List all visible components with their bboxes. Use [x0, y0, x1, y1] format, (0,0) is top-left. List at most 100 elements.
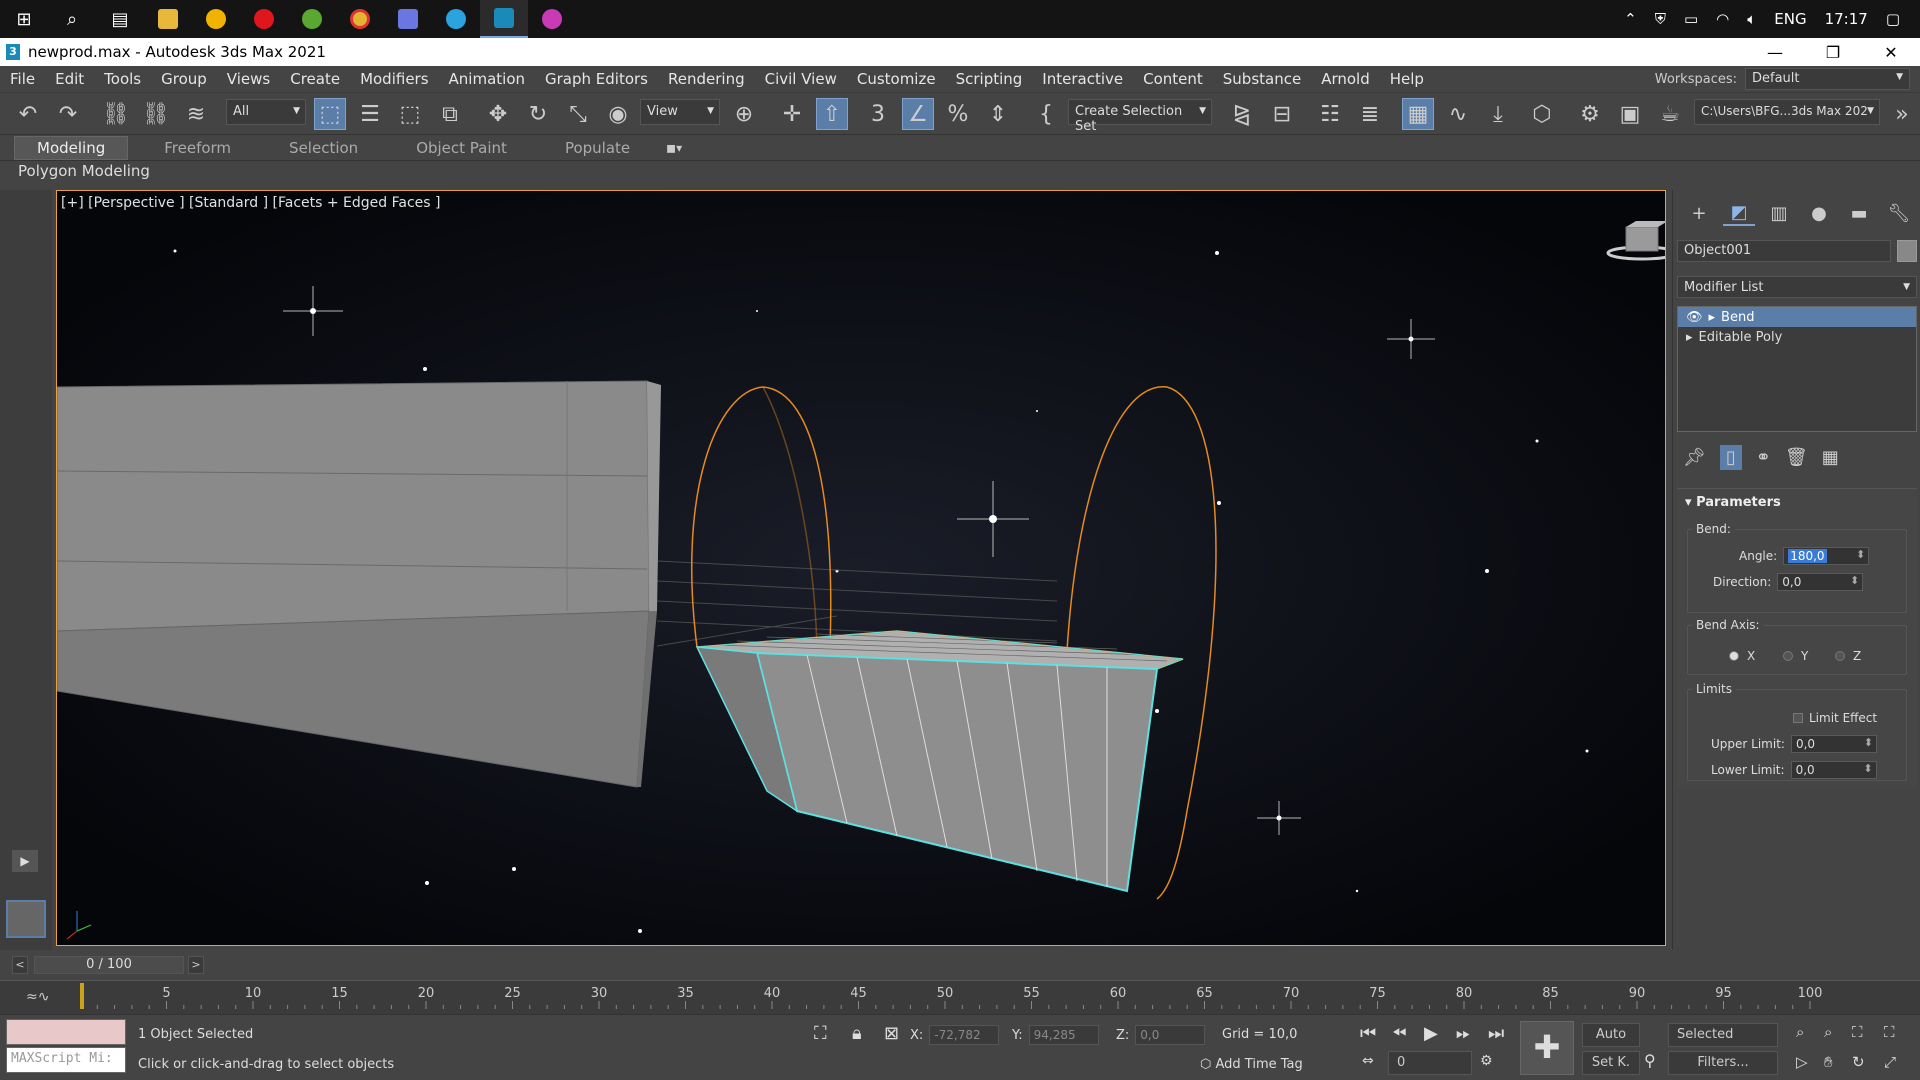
- viewport-label[interactable]: [+] [Perspective ] [Standard ] [Facets +…: [61, 195, 441, 211]
- absolute-mode-icon[interactable]: ⊠: [884, 1023, 899, 1044]
- close-icon[interactable]: ✕: [1862, 38, 1920, 66]
- windows-start-icon[interactable]: ⊞: [0, 0, 48, 38]
- key-filter-dropdown[interactable]: Selected: [1668, 1023, 1778, 1047]
- menu-substance[interactable]: Substance: [1213, 70, 1311, 88]
- minimize-icon[interactable]: —: [1746, 38, 1804, 66]
- ribbon-panel-label[interactable]: Polygon Modeling: [0, 160, 1920, 182]
- menu-civil-view[interactable]: Civil View: [755, 70, 847, 88]
- material-editor-icon[interactable]: ⬡: [1526, 98, 1558, 130]
- undo-icon[interactable]: ↶: [12, 98, 44, 130]
- viewport-layout-thumbnail[interactable]: [6, 900, 46, 938]
- chrome-icon[interactable]: [336, 0, 384, 38]
- isolate-selection-icon[interactable]: ⛶: [814, 1023, 827, 1044]
- menu-interactive[interactable]: Interactive: [1032, 70, 1133, 88]
- set-key-button[interactable]: Set K.: [1582, 1051, 1640, 1075]
- maxscript-listener-top[interactable]: [6, 1019, 126, 1045]
- schematic-view-icon[interactable]: ⤓: [1482, 98, 1514, 130]
- mirror-icon[interactable]: ⧎: [1226, 98, 1258, 130]
- notifications-icon[interactable]: ▢: [1886, 10, 1900, 28]
- keyboard-shortcut-override-icon[interactable]: ⇧: [816, 98, 848, 130]
- reference-coordinate-dropdown[interactable]: View: [640, 99, 720, 125]
- menu-modifiers[interactable]: Modifiers: [350, 70, 438, 88]
- pivot-center-icon[interactable]: ⊕: [728, 98, 760, 130]
- zoom-extents-icon[interactable]: ⛶: [1852, 1023, 1863, 1041]
- render-setup-icon[interactable]: ⚙: [1574, 98, 1606, 130]
- percent-snap-icon[interactable]: %: [942, 98, 974, 130]
- discord-icon[interactable]: [384, 0, 432, 38]
- bind-space-warp-icon[interactable]: ≋: [180, 98, 212, 130]
- menu-rendering[interactable]: Rendering: [658, 70, 755, 88]
- pan-view-icon[interactable]: ✋︎: [1824, 1053, 1833, 1071]
- align-icon[interactable]: ⊟: [1266, 98, 1298, 130]
- prev-frame-arrow[interactable]: <: [12, 956, 28, 974]
- render-production-icon[interactable]: ☕: [1654, 98, 1686, 130]
- link-icon[interactable]: ⛓: [100, 98, 132, 130]
- battery-icon[interactable]: ▭: [1684, 10, 1698, 28]
- search-icon[interactable]: ⌕: [48, 0, 96, 38]
- menu-help[interactable]: Help: [1380, 70, 1434, 88]
- time-slider-thumb[interactable]: 0 / 100: [34, 956, 184, 974]
- expand-triangle-icon[interactable]: ▸: [1686, 330, 1693, 345]
- layer-explorer-icon[interactable]: ≣: [1354, 98, 1386, 130]
- object-color-swatch[interactable]: [1897, 240, 1917, 262]
- create-panel-icon[interactable]: +: [1683, 200, 1715, 226]
- maxscript-listener-input[interactable]: MAXScript Mi:: [6, 1047, 126, 1073]
- menu-customize[interactable]: Customize: [847, 70, 946, 88]
- add-time-tag[interactable]: ⬡ Add Time Tag: [1200, 1057, 1303, 1072]
- current-frame-field[interactable]: 0: [1388, 1051, 1472, 1075]
- key-filters-button[interactable]: Filters...: [1668, 1051, 1778, 1075]
- remove-modifier-icon[interactable]: 🗑︎: [1785, 447, 1808, 468]
- color-app-icon[interactable]: [528, 0, 576, 38]
- toggle-ribbon-icon[interactable]: ▦: [1402, 98, 1434, 130]
- redo-icon[interactable]: ↷: [52, 98, 84, 130]
- project-folder-dropdown[interactable]: C:\Users\BFG...3ds Max 202: [1694, 99, 1880, 125]
- menu-scripting[interactable]: Scripting: [946, 70, 1033, 88]
- app-yellow-icon[interactable]: [192, 0, 240, 38]
- spinner-snap-icon[interactable]: ⇕: [982, 98, 1014, 130]
- display-panel-icon[interactable]: ▬: [1843, 200, 1875, 226]
- make-unique-icon[interactable]: ⚭: [1756, 447, 1771, 468]
- next-frame-arrow[interactable]: >: [188, 956, 204, 974]
- edit-named-selection-icon[interactable]: {: [1030, 98, 1062, 130]
- named-selection-set-dropdown[interactable]: Create Selection Set: [1068, 99, 1212, 134]
- ribbon-options-icon[interactable]: ◼▾: [666, 141, 682, 155]
- tab-object-paint[interactable]: Object Paint: [394, 137, 529, 159]
- place-icon[interactable]: ◉: [602, 98, 634, 130]
- workspaces-dropdown[interactable]: Default: [1745, 68, 1910, 90]
- stack-item-editable-poly[interactable]: ▸ Editable Poly: [1678, 327, 1916, 347]
- expand-arrow-icon[interactable]: ▶: [12, 850, 38, 872]
- tab-freeform[interactable]: Freeform: [142, 137, 253, 159]
- maximize-viewport-icon[interactable]: ⤢: [1884, 1053, 1896, 1071]
- object-name-field[interactable]: Object001: [1677, 240, 1891, 262]
- key-mode-icon[interactable]: ⚲: [1644, 1051, 1656, 1070]
- menu-content[interactable]: Content: [1133, 70, 1213, 88]
- selection-lock-icon[interactable]: 🔒︎: [852, 1023, 862, 1044]
- window-crossing-icon[interactable]: ⧉: [434, 98, 466, 130]
- chevron-right-icon[interactable]: »: [1886, 98, 1918, 130]
- language-indicator[interactable]: ENG: [1774, 10, 1806, 28]
- utorrent-icon[interactable]: [288, 0, 336, 38]
- chevron-up-icon[interactable]: ⌃: [1624, 10, 1637, 28]
- menu-views[interactable]: Views: [217, 70, 280, 88]
- select-manipulate-icon[interactable]: ✛: [776, 98, 808, 130]
- curve-editor-mini-icon[interactable]: ≈∿: [26, 989, 49, 1005]
- move-icon[interactable]: ✥: [482, 98, 514, 130]
- hierarchy-panel-icon[interactable]: ▥: [1763, 200, 1795, 226]
- clock[interactable]: 17:17: [1825, 10, 1868, 28]
- zoom-all-icon[interactable]: ⌕: [1824, 1023, 1832, 1041]
- curve-editor-icon[interactable]: ∿: [1442, 98, 1474, 130]
- lower-limit-spinner[interactable]: 0,0: [1790, 761, 1877, 779]
- modifier-list-dropdown[interactable]: Modifier List: [1677, 276, 1917, 298]
- angle-spinner[interactable]: 180,0: [1783, 547, 1870, 565]
- previous-key-icon[interactable]: ⏪︎: [1392, 1023, 1406, 1044]
- tab-populate[interactable]: Populate: [543, 137, 652, 159]
- play-icon[interactable]: ▶: [1424, 1023, 1438, 1044]
- file-explorer-icon[interactable]: [144, 0, 192, 38]
- tab-selection[interactable]: Selection: [267, 137, 380, 159]
- axis-z-radio[interactable]: Z: [1835, 649, 1861, 663]
- task-view-icon[interactable]: ▤: [96, 0, 144, 38]
- 3dsmax-taskbar-icon[interactable]: [480, 0, 528, 38]
- scene-explorer-icon[interactable]: ☷: [1314, 98, 1346, 130]
- telegram-icon[interactable]: [432, 0, 480, 38]
- coord-y-field[interactable]: 94,285: [1028, 1025, 1099, 1045]
